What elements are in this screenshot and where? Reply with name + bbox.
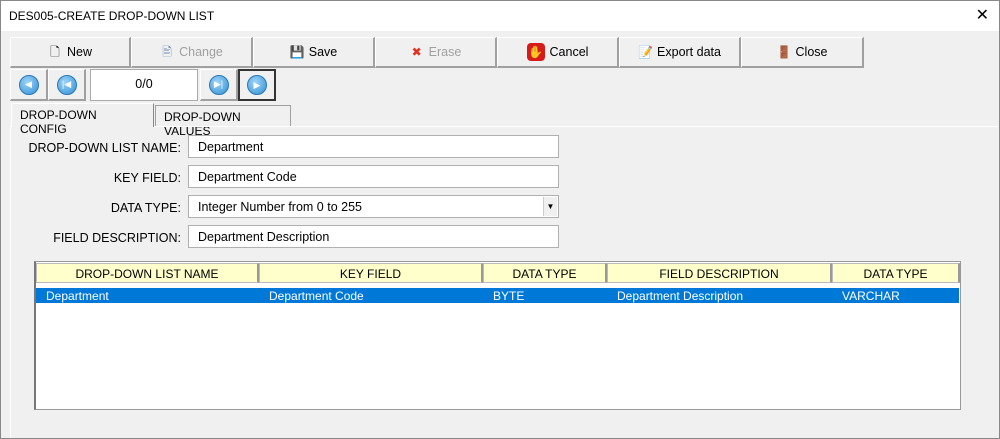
- last-record-icon: ▶|: [208, 74, 229, 95]
- field-description-label: FIELD DESCRIPTION:: [53, 231, 181, 245]
- new-document-icon: 🗋: [50, 45, 60, 59]
- column-header-key-field[interactable]: KEY FIELD: [259, 263, 483, 283]
- new-label: New: [66, 45, 92, 59]
- data-type-label: DATA TYPE:: [110, 201, 181, 215]
- data-type-select[interactable]: Integer Number from 0 to 255 ▼: [188, 195, 559, 218]
- erase-label: Erase: [428, 45, 462, 59]
- first-record-button[interactable]: |◀: [48, 69, 86, 101]
- drop-down-grid[interactable]: DROP-DOWN LIST NAME KEY FIELD DATA TYPE …: [34, 261, 961, 410]
- close-label: Close: [795, 45, 828, 59]
- export-label: Export data: [657, 45, 721, 59]
- title-bar: DES005-CREATE DROP-DOWN LIST ✕: [1, 1, 999, 31]
- cell-field-description: Department Description: [617, 289, 744, 303]
- key-field-input[interactable]: Department Code: [188, 165, 559, 188]
- erase-x-icon: ✖: [411, 45, 422, 59]
- field-description-input[interactable]: Department Description: [188, 225, 559, 248]
- export-data-button[interactable]: 📝 Export data: [619, 37, 741, 68]
- tab-drop-down-config[interactable]: DROP-DOWN CONFIG: [11, 103, 154, 136]
- column-header-list-name[interactable]: DROP-DOWN LIST NAME: [36, 263, 259, 283]
- list-name-label: DROP-DOWN LIST NAME:: [28, 141, 181, 155]
- window-title: DES005-CREATE DROP-DOWN LIST: [9, 9, 215, 23]
- stop-hand-icon: ✋: [526, 43, 545, 61]
- cell-key-field: Department Code: [269, 289, 364, 303]
- next-record-button[interactable]: ▶: [238, 69, 276, 101]
- previous-record-button[interactable]: ◀: [10, 69, 48, 101]
- first-record-icon: |◀: [56, 74, 77, 95]
- window-close-button[interactable]: ✕: [976, 5, 989, 25]
- column-header-field-description[interactable]: FIELD DESCRIPTION: [607, 263, 832, 283]
- data-type-value: Integer Number from 0 to 255: [198, 200, 362, 214]
- save-label: Save: [308, 45, 338, 59]
- record-counter: 0/0: [90, 69, 198, 101]
- last-record-button[interactable]: ▶|: [200, 69, 238, 101]
- chevron-down-icon[interactable]: ▼: [543, 197, 557, 216]
- previous-arrow-icon: ◀: [18, 74, 39, 95]
- new-button[interactable]: 🗋 New: [10, 37, 131, 68]
- cancel-label: Cancel: [549, 45, 589, 59]
- next-arrow-icon: ▶: [247, 75, 267, 95]
- exit-door-icon: 🚪: [776, 45, 792, 59]
- cell-list-name: Department: [46, 289, 109, 303]
- table-row[interactable]: Department Department Code BYTE Departme…: [36, 288, 959, 303]
- erase-button[interactable]: ✖ Erase: [375, 37, 497, 68]
- cell-data-type: BYTE: [493, 289, 525, 303]
- change-button[interactable]: 🖹 Change: [131, 37, 253, 68]
- save-button[interactable]: 💾 Save: [253, 37, 375, 68]
- export-icon: 📝: [638, 45, 653, 59]
- tab-drop-down-values[interactable]: DROP-DOWN VALUES: [155, 105, 291, 138]
- key-field-label: KEY FIELD:: [113, 171, 181, 185]
- column-header-data-type[interactable]: DATA TYPE: [483, 263, 607, 283]
- list-name-input[interactable]: Department: [188, 135, 559, 158]
- column-header-data-type-2[interactable]: DATA TYPE: [832, 263, 960, 283]
- change-label: Change: [179, 45, 223, 59]
- cell-data-type-2: VARCHAR: [842, 289, 900, 303]
- save-icon: 💾: [289, 45, 305, 59]
- cancel-button[interactable]: ✋ Cancel: [497, 37, 619, 68]
- dialog-window: DES005-CREATE DROP-DOWN LIST ✕ 🗋 New 🖹 Cha…: [0, 0, 1000, 439]
- edit-document-icon: 🖹: [162, 45, 172, 59]
- close-button[interactable]: 🚪 Close: [741, 37, 864, 68]
